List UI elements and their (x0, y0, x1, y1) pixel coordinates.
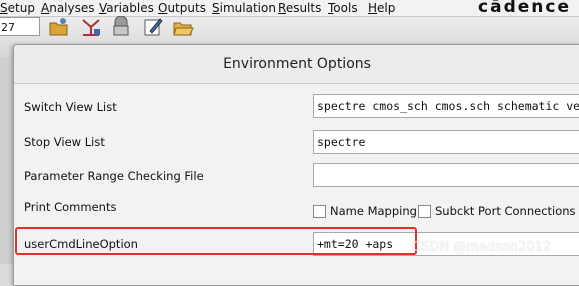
name-mapping-option[interactable]: Name Mapping (313, 204, 417, 220)
menu-help-accel: H (368, 1, 378, 15)
network-icon[interactable] (80, 16, 102, 38)
menu-setup[interactable]: Setup (0, 1, 35, 15)
stop-view-list-field[interactable]: spectre (313, 130, 579, 154)
menu-bar: Setup Analyses Variables Outputs Simulat… (0, 0, 579, 17)
menu-tools-label: ools (333, 1, 358, 15)
parameter-range-file-field[interactable] (313, 163, 579, 187)
folder-icon[interactable] (48, 16, 70, 38)
menu-tools[interactable]: Tools (328, 1, 358, 15)
menu-results[interactable]: Results (278, 1, 321, 15)
dialog-title: Environment Options (14, 45, 579, 84)
menu-analyses-accel: A (41, 1, 50, 15)
menu-setup-label: etup (7, 1, 35, 15)
watermark: CSDN @madson2012 (412, 240, 552, 255)
menu-simulation-label: imulation (219, 1, 276, 15)
menu-analyses-label: nalyses (49, 1, 95, 15)
menu-simulation-accel: S (212, 1, 220, 15)
name-mapping-label: Name Mapping (330, 204, 417, 218)
save-icon[interactable] (110, 16, 132, 38)
menu-variables[interactable]: Variables (99, 1, 154, 15)
menu-setup-accel: S (0, 1, 8, 15)
menu-help-label: elp (377, 1, 396, 15)
stop-view-list-label: Stop View List (24, 135, 105, 149)
edit-icon[interactable] (142, 16, 164, 38)
menu-outputs[interactable]: Outputs (158, 1, 206, 15)
switch-view-list-field[interactable]: spectre cmos_sch cmos.sch schematic veri… (313, 94, 579, 118)
menu-help[interactable]: Help (368, 1, 395, 15)
menu-results-accel: R (278, 1, 286, 15)
subckt-port-connections-option[interactable]: Subckt Port Connections (418, 204, 578, 220)
subckt-port-connections-checkbox[interactable] (418, 205, 431, 218)
switch-view-list-label: Switch View List (24, 100, 117, 114)
menu-variables-label: ariables (106, 1, 154, 15)
menu-simulation[interactable]: Simulation (212, 1, 276, 15)
open-folder-icon[interactable] (172, 16, 194, 38)
toolbar-value-field[interactable]: 27 (0, 17, 40, 36)
print-comments-label: Print Comments (24, 200, 117, 214)
name-mapping-checkbox[interactable] (313, 205, 326, 218)
menu-results-label: esults (285, 1, 322, 15)
menu-analyses[interactable]: Analyses (41, 1, 95, 15)
menu-outputs-label: utputs (167, 1, 206, 15)
parameter-range-file-label: Parameter Range Checking File (24, 169, 204, 183)
subckt-port-connections-label: Subckt Port Connections (435, 204, 576, 218)
highlight-annotation (15, 227, 417, 255)
cadence-logo: cādence (478, 0, 571, 17)
